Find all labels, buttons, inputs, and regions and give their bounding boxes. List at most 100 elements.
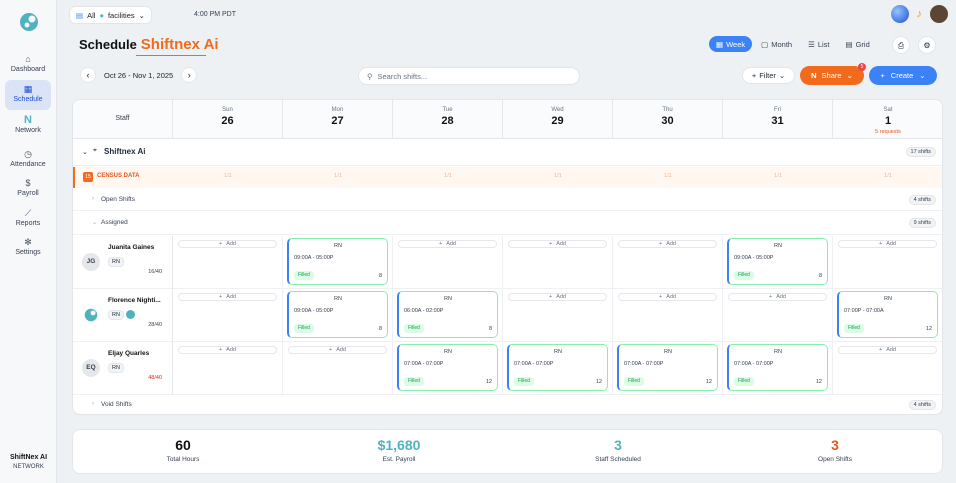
assigned-count: 9 shifts (908, 218, 936, 228)
sidebar-item-payroll[interactable]: $ Payroll (5, 174, 51, 204)
census-value: 1/1 (664, 173, 672, 179)
census-badge: 15 (83, 172, 93, 182)
settings-button[interactable]: ⚙ (918, 36, 936, 54)
shift-hours: 8 (488, 326, 492, 332)
home-icon: ⌂ (25, 54, 31, 64)
add-label: Add (666, 294, 676, 300)
shift-role: RN (444, 349, 452, 355)
census-value: 1/1 (774, 173, 782, 179)
plus-icon: + (548, 294, 553, 300)
staff-cell[interactable]: EQ Eljay Quarles RN 48/40 (73, 342, 173, 395)
facility-selector[interactable]: ▤ All ● facilities ⌄ (69, 6, 152, 24)
view-month-button[interactable]: ▢ Month (754, 36, 799, 52)
role-badge: RN (108, 363, 124, 373)
shift-role: RN (774, 243, 782, 249)
shift-card[interactable]: RN 06:00A - 02:00P Filled 8 (397, 291, 498, 338)
staff-cell[interactable]: JG Juanita Gaines RN 16/40 (73, 236, 173, 289)
calendar-icon: ▦ (23, 84, 33, 94)
day-cell: + Add (613, 289, 723, 342)
shift-card[interactable]: RN 09:00A - 05:00P Filled 8 (727, 238, 828, 285)
shift-card[interactable]: RN 07:00A - 07:00P Filled 12 (617, 344, 718, 391)
bell-icon[interactable]: ♪ (917, 8, 923, 20)
void-shifts-label: Void Shifts (101, 401, 132, 408)
app-logo-icon[interactable] (19, 12, 39, 32)
day-cell: + Add (503, 236, 613, 289)
sidebar-item-reports[interactable]: ⟋ Reports (5, 204, 51, 234)
sidebar-item-settings[interactable]: ✻ Settings (5, 233, 51, 263)
building-icon: ▤ (76, 10, 84, 20)
add-shift-button[interactable]: + Add (618, 293, 717, 301)
view-list-button[interactable]: ☰ List (801, 36, 836, 52)
add-shift-button[interactable]: + Add (508, 293, 607, 301)
staff-column-header: Staff (73, 100, 173, 139)
shift-status-badge: Filled (624, 377, 644, 386)
day-date: 29 (551, 115, 564, 127)
shift-card[interactable]: RN 07:00P - 07:00A Filled 12 (837, 291, 938, 338)
plus-icon: + (218, 347, 223, 353)
shift-card[interactable]: RN 09:00A - 05:00P Filled 8 (287, 238, 388, 285)
sidebar-item-network[interactable]: N Network (5, 111, 51, 141)
shift-role: RN (334, 243, 342, 249)
add-shift-button[interactable]: + Add (618, 240, 717, 248)
plus-icon: + (658, 241, 663, 247)
chevron-right-icon: › (187, 70, 191, 80)
add-shift-button[interactable]: + Add (288, 346, 387, 354)
shift-time: 07:00A - 07:00P (624, 361, 664, 367)
shift-time: 09:00A - 05:00P (734, 255, 774, 261)
sidebar-item-attendance[interactable]: ◷ Attendance (5, 145, 51, 175)
chevron-down-icon: ⌄ (778, 71, 786, 80)
calendar-icon: ▢ (761, 39, 769, 49)
day-header: Mon 27 (283, 100, 393, 139)
void-shifts-row[interactable]: › Void Shifts 4 shifts (73, 395, 942, 414)
search-input[interactable]: ⚲ Search shifts... (358, 67, 580, 85)
assistant-orb-icon[interactable] (890, 5, 909, 23)
add-label: Add (226, 294, 236, 300)
avatar: EQ (82, 359, 100, 377)
shift-role: RN (554, 349, 562, 355)
add-shift-button[interactable]: + Add (178, 293, 277, 301)
day-date: 30 (661, 115, 674, 127)
add-shift-button[interactable]: + Add (838, 346, 937, 354)
shift-card[interactable]: RN 07:00A - 07:00P Filled 12 (507, 344, 608, 391)
add-shift-button[interactable]: + Add (728, 293, 827, 301)
day-header: Tue 28 (393, 100, 503, 139)
create-button[interactable]: + Create ⌄ (869, 66, 937, 85)
next-week-button[interactable]: › (181, 67, 198, 83)
view-week-button[interactable]: ▦ Week (709, 36, 753, 52)
census-value: 1/1 (554, 173, 562, 179)
assigned-row[interactable]: ⌄ Assigned 9 shifts (73, 212, 942, 235)
verified-icon (126, 310, 135, 319)
staff-cell[interactable]: Florence Nighti... RN 28/40 (73, 289, 173, 342)
sidebar-item-schedule[interactable]: ▦ Schedule (5, 80, 51, 110)
sidebar-item-dashboard[interactable]: ⌂ Dashboard (5, 50, 51, 80)
shift-role: RN (884, 296, 892, 302)
shift-card[interactable]: RN 07:00A - 07:00P Filled 12 (727, 344, 828, 391)
filter-button[interactable]: + Filter ⌄ (742, 67, 795, 84)
add-shift-button[interactable]: + Add (178, 240, 277, 248)
shift-time: 09:00A - 05:00P (294, 255, 334, 261)
add-shift-button[interactable]: + Add (838, 240, 937, 248)
day-cell: RN 07:00A - 07:00P Filled 12 (393, 342, 503, 395)
print-button[interactable]: ⎙ (892, 36, 910, 54)
view-grid-button[interactable]: ▤ Grid (839, 36, 877, 52)
chevron-down-icon: ⌄ (138, 10, 145, 20)
plus-icon: + (328, 347, 333, 353)
staff-row: Florence Nighti... RN 28/40 + Add RN 09:00A - … (73, 289, 942, 342)
day-cell: + Add (723, 289, 833, 342)
day-header: Thu 30 (613, 100, 723, 139)
shift-card[interactable]: RN 07:00A - 07:00P Filled 12 (397, 344, 498, 391)
add-shift-button[interactable]: + Add (398, 240, 497, 248)
day-cell: RN 09:00A - 05:00P Filled 8 (283, 289, 393, 342)
add-shift-button[interactable]: + Add (178, 346, 277, 354)
shift-time: 07:00A - 07:00P (734, 361, 774, 367)
open-shifts-row[interactable]: › Open Shifts 4 shifts (73, 189, 942, 211)
building-icon: ▤ (845, 39, 853, 49)
facility-row[interactable]: ⌄ ⌖ Shiftnex Ai 17 shifts (73, 139, 942, 166)
day-requests[interactable]: 5 requests (833, 129, 942, 135)
share-button[interactable]: N Share ⌄ 5 (800, 63, 866, 85)
shift-card[interactable]: RN 09:00A - 05:00P Filled 8 (287, 291, 388, 338)
staff-logo-icon (84, 308, 98, 322)
prev-week-button[interactable]: ‹ (80, 67, 96, 83)
add-shift-button[interactable]: + Add (508, 240, 607, 248)
avatar[interactable] (930, 5, 948, 23)
